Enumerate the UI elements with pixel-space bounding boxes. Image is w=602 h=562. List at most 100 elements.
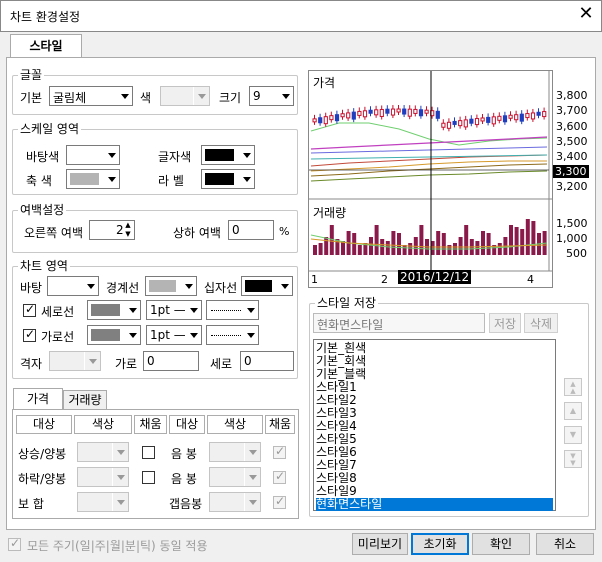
- cancel-button[interactable]: 취소: [536, 533, 594, 555]
- vline-style-select[interactable]: [206, 300, 259, 320]
- candle-body: [323, 116, 328, 125]
- chevron-down-icon: [103, 170, 119, 188]
- rise-fill-checkbox[interactable]: [142, 446, 155, 459]
- hline-swatch: [91, 329, 120, 341]
- vline-width-value: 1pt —: [150, 303, 186, 317]
- grid-vert-input[interactable]: 0: [240, 351, 294, 371]
- hline-checkbox[interactable]: [23, 327, 36, 342]
- vline-checkbox[interactable]: [23, 302, 36, 317]
- move-bottom-icon[interactable]: ▼ ▼: [564, 450, 582, 468]
- volume-bar: [458, 237, 463, 255]
- font-select[interactable]: 굴림체: [49, 86, 133, 106]
- x-tick: 4: [527, 273, 534, 286]
- candle-body: [514, 114, 519, 121]
- grid-color-select[interactable]: [49, 351, 101, 371]
- candle-body: [469, 118, 474, 124]
- move-down-icon[interactable]: ▼: [564, 426, 582, 444]
- close-icon[interactable]: ✕: [576, 4, 596, 24]
- volume-bar: [475, 241, 480, 255]
- col-header: 채움: [265, 415, 295, 434]
- volume-bar: [525, 219, 530, 255]
- font-select-value: 굴림체: [53, 91, 87, 105]
- chart-bg-color-select[interactable]: [47, 276, 99, 296]
- volume-bar: [402, 245, 407, 255]
- reset-button[interactable]: 초기화: [411, 533, 469, 555]
- vline-color-select[interactable]: [87, 300, 141, 320]
- tab-price[interactable]: 가격: [13, 388, 63, 410]
- chevron-down-icon: [244, 493, 260, 511]
- style-name-input[interactable]: 현화면스타일: [313, 313, 485, 333]
- gap-color-select[interactable]: [209, 492, 261, 512]
- col-header: 대상: [16, 415, 72, 434]
- neg-fill-checkbox[interactable]: [273, 444, 286, 459]
- save-style-button[interactable]: 저장: [489, 313, 521, 333]
- move-top-icon[interactable]: ▲ ▲: [564, 378, 582, 396]
- fall-color-select[interactable]: [77, 467, 129, 487]
- chart-border-color-select[interactable]: [145, 276, 197, 296]
- scale-label-color-label: 라 벨: [158, 174, 184, 188]
- spin-arrows-icon[interactable]: ▲ ▼: [122, 221, 134, 239]
- candle-body: [385, 108, 390, 114]
- grid-horiz-input[interactable]: 0: [143, 351, 199, 371]
- vline-width-select[interactable]: 1pt —: [146, 300, 202, 320]
- volume-bar: [441, 233, 446, 255]
- tab-volume[interactable]: 거래량: [63, 390, 107, 410]
- neg2-color-select[interactable]: [209, 467, 261, 487]
- tab-style[interactable]: 스타일: [10, 34, 82, 58]
- candle-body: [334, 114, 340, 122]
- candle-body: [502, 115, 508, 123]
- chevron-down-icon: [242, 326, 258, 344]
- font-color-select[interactable]: [160, 86, 210, 106]
- vline-swatch: [91, 304, 120, 316]
- candle-body: [379, 108, 384, 117]
- candle-body: [446, 121, 452, 129]
- candle-body: [542, 111, 547, 118]
- margin-updown-input[interactable]: 0: [228, 220, 274, 240]
- hline-width-select[interactable]: 1pt —: [146, 325, 202, 345]
- move-up-icon[interactable]: ▲: [564, 402, 582, 420]
- neg2-fill-checkbox[interactable]: [273, 469, 286, 484]
- grid-vert-value: 0: [244, 354, 252, 368]
- chevron-down-icon: [82, 277, 98, 295]
- margin-updown-value: 0: [232, 223, 240, 237]
- chart-cross-color-select[interactable]: [241, 276, 293, 296]
- preview-button[interactable]: 미리보기: [352, 533, 408, 555]
- apply-all-checkbox[interactable]: [8, 536, 21, 551]
- chevron-down-icon: [124, 301, 140, 319]
- price-tick: 3,700: [556, 104, 588, 117]
- gap-fill-checkbox[interactable]: [273, 494, 286, 509]
- delete-style-button[interactable]: 삭제: [524, 313, 558, 333]
- scale-bg-label: 바탕색: [26, 150, 60, 164]
- volume-bar: [436, 231, 441, 255]
- font-size-select[interactable]: 9: [249, 86, 294, 106]
- chevron-down-icon: [112, 468, 128, 486]
- ok-button[interactable]: 확인: [472, 533, 530, 555]
- neg-color-select[interactable]: [209, 442, 261, 462]
- candle-body: [536, 111, 541, 116]
- style-list[interactable]: 기본_흰색 기본_회색 기본_블랙 스타일1 스타일2 스타일3 스타일4 스타…: [313, 339, 556, 511]
- candle-body: [374, 109, 379, 116]
- fall-fill-checkbox[interactable]: [142, 471, 155, 484]
- list-item-selected[interactable]: 현화면스타일: [316, 498, 553, 511]
- candle-body: [407, 108, 412, 117]
- volume-bar: [369, 237, 373, 255]
- hline-style-select[interactable]: [206, 325, 259, 345]
- candle-body: [402, 108, 407, 115]
- candle-body: [362, 110, 368, 118]
- style-name-value: 현화면스타일: [317, 318, 384, 332]
- scale-label-color-select[interactable]: [201, 169, 255, 189]
- hline-color-select[interactable]: [87, 325, 141, 345]
- scale-text-color-select[interactable]: [201, 145, 255, 165]
- volume-bar: [531, 221, 536, 255]
- font-size-label: 크기: [219, 91, 242, 105]
- candle-body: [390, 108, 396, 116]
- volume-bar: [408, 243, 413, 255]
- scale-axis-color-select[interactable]: [66, 169, 120, 189]
- volume-tick: 1,500: [556, 217, 588, 230]
- rise-color-select[interactable]: [77, 442, 129, 462]
- scale-bg-color-select[interactable]: [66, 145, 120, 165]
- flat-color-select[interactable]: [77, 492, 129, 512]
- volume-bar: [357, 245, 362, 255]
- candle-body: [435, 110, 440, 119]
- volume-bar: [374, 225, 379, 255]
